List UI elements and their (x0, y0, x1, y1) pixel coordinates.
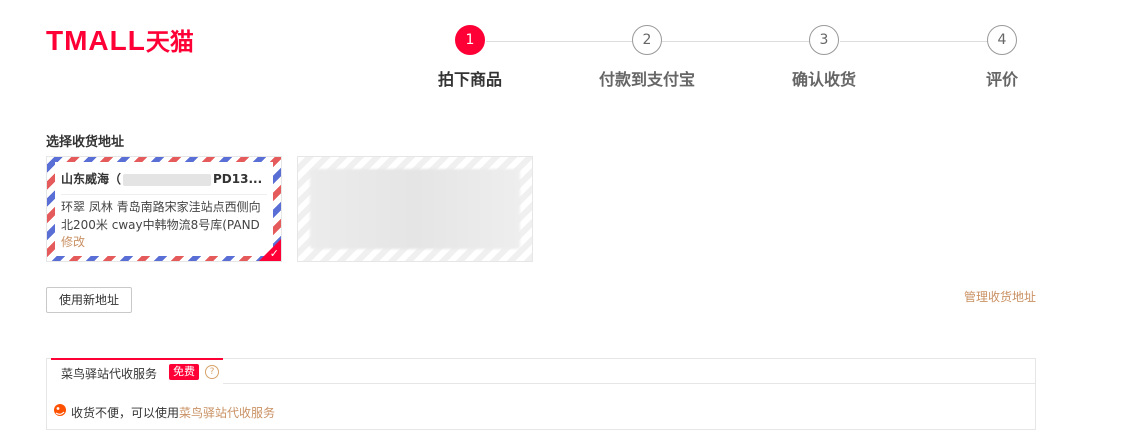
address-card-body: 山东威海（ PD13... 环翠 凤林 青岛南路宋家洼站点西侧向北200米 cwa… (55, 162, 273, 256)
address-section-title: 选择收货地址 (46, 135, 125, 150)
service-tab-divider (223, 383, 1035, 384)
help-icon[interactable]: ? (205, 365, 219, 379)
recipient-region: 山东威海（ (61, 172, 122, 186)
service-message-link[interactable]: 菜鸟驿站代收服务 (179, 406, 275, 420)
checkout-page: TMALL天猫 1 2 3 4 拍下商品 付款到支付宝 确认收货 评价 选择收货… (0, 0, 1137, 445)
step-1-label: 拍下商品 (437, 70, 503, 89)
modify-address-link[interactable]: 修改 (61, 234, 85, 250)
step-2-label: 付款到支付宝 (598, 70, 696, 89)
checkmark-icon: ✓ (269, 247, 279, 260)
step-4-circle: 4 (987, 25, 1017, 55)
free-badge: 免费 (169, 364, 199, 380)
cainiao-service-panel: 菜鸟驿站代收服务 免费 ? 收货不便，可以使用菜鸟驿站代收服务 (46, 358, 1036, 430)
address-card-selected[interactable]: 山东威海（ PD13... 环翠 凤林 青岛南路宋家洼站点西侧向北200米 cwa… (46, 156, 282, 262)
step-2-circle: 2 (632, 25, 662, 55)
step-3-circle: 3 (809, 25, 839, 55)
step-4-label: 评价 (985, 70, 1019, 89)
use-new-address-button[interactable]: 使用新地址 (46, 287, 132, 313)
logo-latin: TMALL (46, 25, 146, 56)
service-tab[interactable]: 菜鸟驿站代收服务 免费 ? (51, 358, 223, 382)
recipient-address: 环翠 凤林 青岛南路宋家洼站点西侧向北200米 cway中韩物流8号库(PAND (61, 200, 261, 232)
step-connector (840, 41, 988, 42)
recipient-name: 山东威海（ PD13... (61, 170, 267, 188)
service-message: 收货不便，可以使用菜鸟驿站代收服务 (54, 404, 275, 421)
step-connector (486, 41, 633, 42)
address-card-other[interactable] (297, 156, 533, 262)
step-1-circle: 1 (455, 25, 485, 55)
recipient-name-suffix: PD13... (213, 172, 263, 186)
step-connector (662, 41, 810, 42)
step-3-label: 确认收货 (791, 70, 857, 89)
manage-addresses-link[interactable]: 管理收货地址 (964, 288, 1036, 305)
address-card-redacted (310, 169, 520, 249)
card-divider (61, 194, 267, 195)
cainiao-bird-icon (54, 404, 66, 416)
logo-cn: 天猫 (145, 29, 194, 56)
service-message-text: 收货不便，可以使用 (71, 406, 180, 420)
tmall-logo[interactable]: TMALL天猫 (46, 26, 194, 58)
service-tab-title: 菜鸟驿站代收服务 (61, 367, 158, 381)
recipient-name-redacted (123, 173, 212, 186)
